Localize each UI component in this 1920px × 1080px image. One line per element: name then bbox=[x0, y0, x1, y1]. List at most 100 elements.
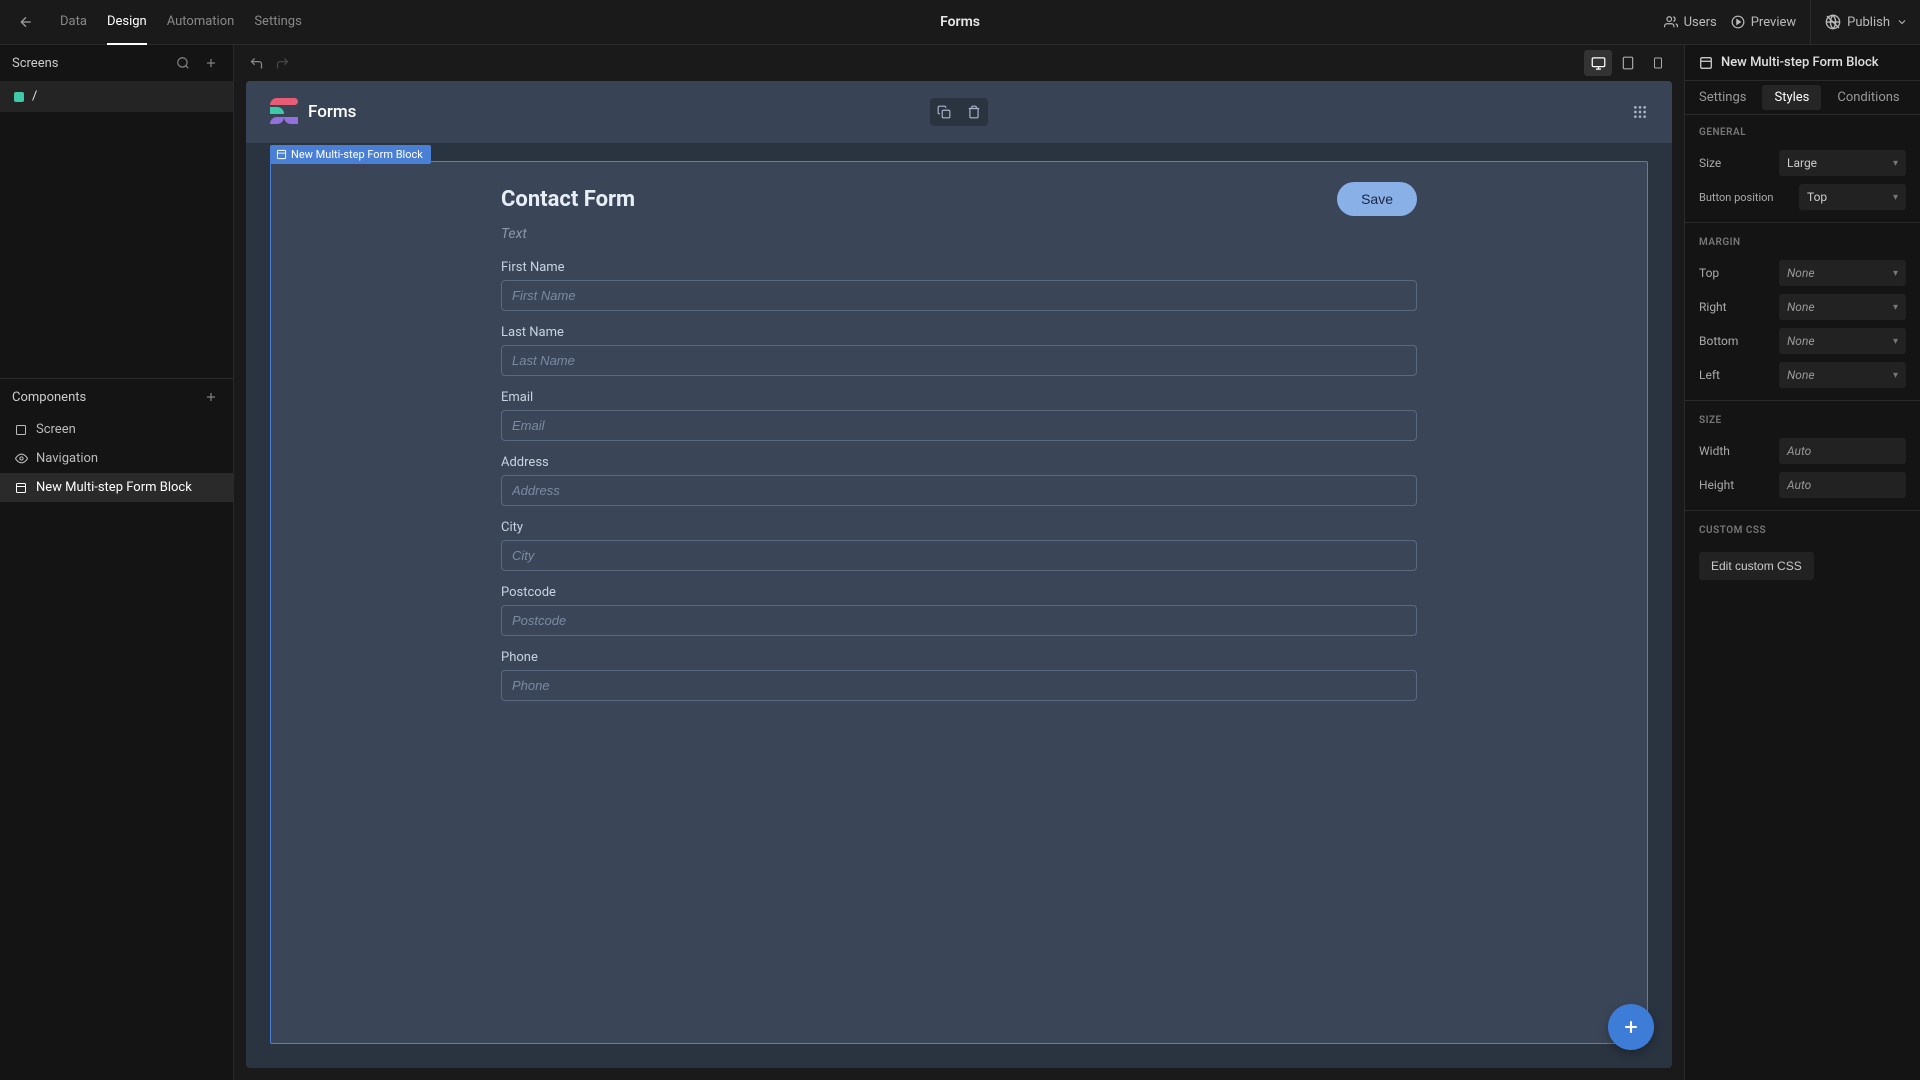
form-canvas[interactable]: Contact Form Save Text First Name Last N… bbox=[270, 161, 1648, 1044]
top-nav: Data Design Automation Settings bbox=[60, 0, 302, 45]
selected-block-tag[interactable]: New Multi-step Form Block bbox=[270, 145, 431, 164]
field-address: Address bbox=[501, 455, 1417, 506]
screen-name: / bbox=[32, 89, 37, 104]
form-subtitle[interactable]: Text bbox=[501, 226, 1417, 242]
page-title: Forms bbox=[940, 14, 980, 30]
margin-bottom-value: None bbox=[1787, 334, 1815, 348]
phone-input[interactable] bbox=[501, 670, 1417, 701]
canvas-toolbar bbox=[234, 45, 1684, 81]
general-section-title: GENERAL bbox=[1685, 115, 1920, 146]
back-button[interactable] bbox=[12, 8, 40, 36]
component-screen[interactable]: Screen bbox=[0, 415, 233, 444]
tab-settings[interactable]: Settings bbox=[1685, 81, 1760, 114]
duplicate-button[interactable] bbox=[930, 98, 958, 126]
canvas-logo[interactable]: Forms bbox=[270, 98, 356, 126]
screen-color-swatch bbox=[14, 92, 24, 102]
margin-left-row: Left None ▾ bbox=[1685, 358, 1920, 392]
redo-icon bbox=[275, 56, 290, 71]
chevron-down-icon: ▾ bbox=[1893, 370, 1898, 381]
nav-settings[interactable]: Settings bbox=[254, 0, 301, 45]
width-value: Auto bbox=[1787, 444, 1811, 458]
component-label: New Multi-step Form Block bbox=[36, 480, 192, 495]
users-label: Users bbox=[1684, 15, 1717, 30]
plus-icon bbox=[1621, 1017, 1641, 1037]
screens-title: Screens bbox=[12, 56, 58, 71]
nav-design[interactable]: Design bbox=[107, 0, 147, 45]
desktop-icon bbox=[1591, 56, 1606, 71]
nav-data[interactable]: Data bbox=[60, 0, 87, 45]
size-select[interactable]: Large ▾ bbox=[1779, 150, 1906, 176]
margin-top-select[interactable]: None ▾ bbox=[1779, 260, 1906, 286]
margin-left-select[interactable]: None ▾ bbox=[1779, 362, 1906, 388]
form-title: Contact Form bbox=[501, 187, 635, 212]
width-input[interactable]: Auto bbox=[1779, 438, 1906, 464]
field-label: Postcode bbox=[501, 585, 1417, 600]
add-fab-button[interactable] bbox=[1608, 1004, 1654, 1050]
play-circle-icon bbox=[1731, 15, 1745, 29]
margin-right-select[interactable]: None ▾ bbox=[1779, 294, 1906, 320]
tab-conditions[interactable]: Conditions bbox=[1823, 81, 1913, 114]
rs-tabs: Settings Styles Conditions bbox=[1685, 81, 1920, 115]
button-position-select[interactable]: Top ▾ bbox=[1799, 184, 1906, 210]
rs-header: New Multi-step Form Block bbox=[1685, 45, 1920, 81]
eye-icon bbox=[14, 452, 28, 466]
button-position-label: Button position bbox=[1699, 191, 1789, 204]
save-button[interactable]: Save bbox=[1337, 182, 1417, 216]
address-input[interactable] bbox=[501, 475, 1417, 506]
device-tablet-button[interactable] bbox=[1614, 50, 1642, 76]
undo-button[interactable] bbox=[246, 53, 266, 73]
field-last-name: Last Name bbox=[501, 325, 1417, 376]
last-name-input[interactable] bbox=[501, 345, 1417, 376]
main-layout: Screens / Components bbox=[0, 45, 1920, 1080]
height-input[interactable]: Auto bbox=[1779, 472, 1906, 498]
field-email: Email bbox=[501, 390, 1417, 441]
rs-title: New Multi-step Form Block bbox=[1721, 55, 1879, 70]
topbar-right: Users Preview Publish bbox=[1664, 0, 1908, 45]
margin-section-title: MARGIN bbox=[1685, 222, 1920, 256]
component-label: Navigation bbox=[36, 451, 98, 466]
trash-icon bbox=[967, 105, 981, 119]
tab-styles[interactable]: Styles bbox=[1762, 85, 1821, 110]
device-mobile-button[interactable] bbox=[1644, 50, 1672, 76]
mobile-icon bbox=[1652, 56, 1664, 70]
field-label: Email bbox=[501, 390, 1417, 405]
publish-button[interactable]: Publish bbox=[1810, 0, 1908, 45]
users-button[interactable]: Users bbox=[1664, 15, 1717, 30]
globe-off-icon bbox=[1825, 14, 1841, 30]
margin-left-value: None bbox=[1787, 368, 1815, 382]
edit-custom-css-button[interactable]: Edit custom CSS bbox=[1699, 552, 1814, 580]
grid-icon bbox=[1632, 104, 1648, 120]
add-component-button[interactable] bbox=[201, 387, 221, 407]
screens-header: Screens bbox=[0, 45, 233, 81]
chevron-down-icon: ▾ bbox=[1893, 302, 1898, 313]
search-screens-button[interactable] bbox=[173, 53, 193, 73]
nav-automation[interactable]: Automation bbox=[167, 0, 235, 45]
delete-button[interactable] bbox=[960, 98, 988, 126]
width-label: Width bbox=[1699, 444, 1769, 458]
topbar-left: Data Design Automation Settings bbox=[12, 0, 302, 45]
preview-label: Preview bbox=[1751, 15, 1796, 30]
city-input[interactable] bbox=[501, 540, 1417, 571]
height-value: Auto bbox=[1787, 478, 1811, 492]
margin-top-label: Top bbox=[1699, 266, 1769, 280]
component-multistep-form[interactable]: New Multi-step Form Block bbox=[0, 473, 233, 502]
canvas-area: Forms New Multi-step Form Block bbox=[234, 45, 1684, 1080]
postcode-input[interactable] bbox=[501, 605, 1417, 636]
field-phone: Phone bbox=[501, 650, 1417, 701]
field-city: City bbox=[501, 520, 1417, 571]
margin-right-row: Right None ▾ bbox=[1685, 290, 1920, 324]
form-icon bbox=[1699, 56, 1713, 70]
email-input[interactable] bbox=[501, 410, 1417, 441]
first-name-input[interactable] bbox=[501, 280, 1417, 311]
component-navigation[interactable]: Navigation bbox=[0, 444, 233, 473]
preview-button[interactable]: Preview bbox=[1731, 15, 1796, 30]
device-desktop-button[interactable] bbox=[1584, 50, 1612, 76]
margin-bottom-select[interactable]: None ▾ bbox=[1779, 328, 1906, 354]
field-label: Phone bbox=[501, 650, 1417, 665]
topbar: Data Design Automation Settings Forms Us… bbox=[0, 0, 1920, 45]
chevron-down-icon: ▾ bbox=[1893, 158, 1898, 169]
apps-grid-button[interactable] bbox=[1632, 104, 1648, 120]
redo-button[interactable] bbox=[272, 53, 292, 73]
add-screen-button[interactable] bbox=[201, 53, 221, 73]
screen-item[interactable]: / bbox=[0, 81, 233, 112]
